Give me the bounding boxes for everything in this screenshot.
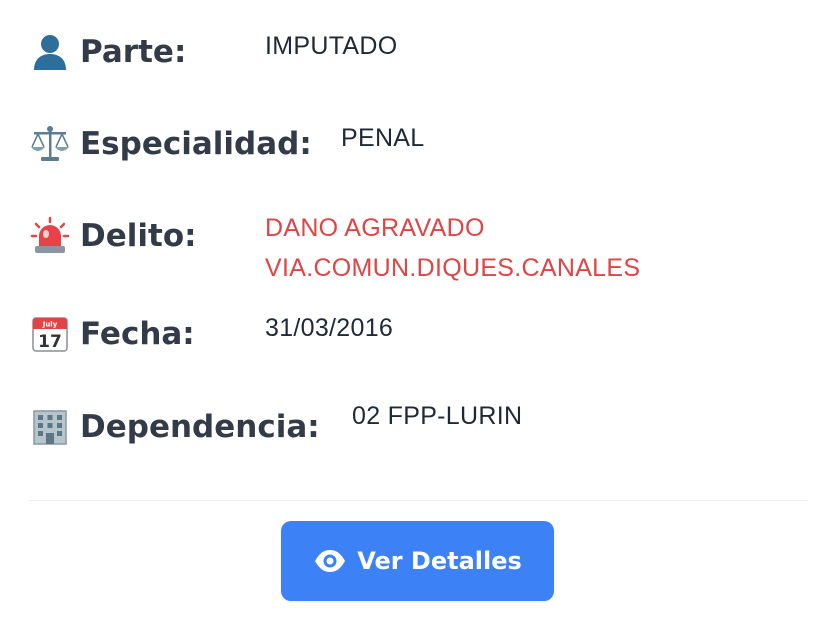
field-label: Parte:	[80, 34, 187, 70]
field-label: Delito:	[80, 218, 197, 254]
field-parte: Parte:	[28, 30, 186, 74]
eye-icon	[313, 544, 347, 578]
field-label: Dependencia:	[80, 409, 320, 445]
scales-icon	[28, 122, 72, 166]
field-value-delito-line-1: DANO AGRAVADO	[265, 214, 485, 242]
field-dependencia: Dependencia:	[28, 405, 320, 449]
calendar-day: 17	[38, 332, 62, 352]
field-value-fecha: 31/03/2016	[265, 314, 394, 342]
field-label: Fecha:	[80, 316, 195, 352]
button-label: Ver Detalles	[357, 547, 522, 575]
field-especialidad: Especialidad:	[28, 122, 312, 166]
calendar-icon: July 17	[28, 312, 72, 356]
siren-icon	[28, 214, 72, 258]
divider	[28, 500, 808, 501]
field-value-delito-line-2: VIA.COMUN.DIQUES.CANALES	[265, 254, 641, 282]
field-value-dependencia: 02 FPP-LURIN	[352, 402, 523, 430]
field-value-especialidad: PENAL	[341, 124, 425, 152]
calendar-month: July	[42, 321, 58, 329]
person-icon	[28, 30, 72, 74]
ver-detalles-button[interactable]: Ver Detalles	[281, 521, 554, 601]
office-building-icon	[28, 405, 72, 449]
field-fecha: July 17 Fecha:	[28, 312, 195, 356]
field-value-parte: IMPUTADO	[265, 32, 398, 60]
field-delito: Delito:	[28, 214, 197, 258]
field-label: Especialidad:	[80, 126, 312, 162]
